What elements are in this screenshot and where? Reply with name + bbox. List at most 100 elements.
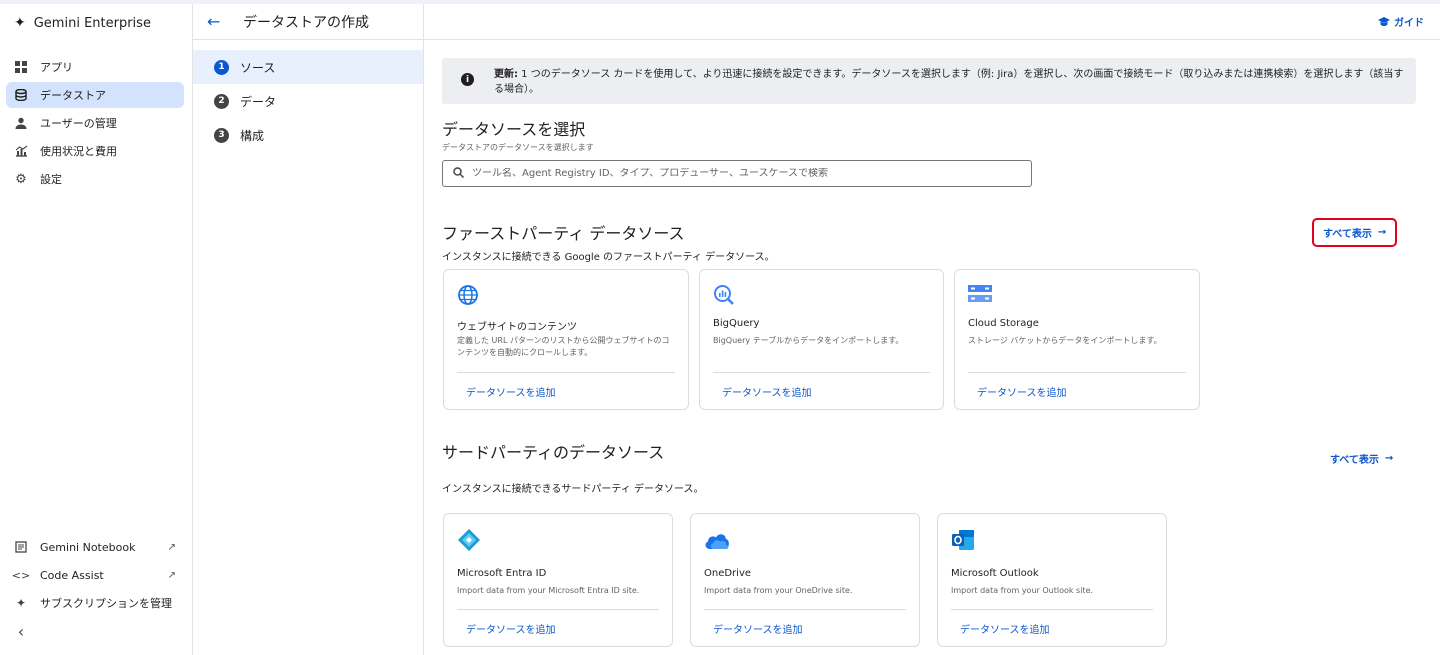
globe-icon — [457, 284, 481, 308]
add-datasource-link[interactable]: データソースを追加 — [713, 621, 803, 636]
school-cap-icon — [1378, 16, 1390, 26]
card-outlook[interactable]: Microsoft Outlook Import data from your … — [937, 513, 1167, 647]
card-divider — [457, 372, 675, 373]
add-datasource-link[interactable]: データソースを追加 — [466, 384, 556, 399]
external-link-icon: ↗ — [167, 541, 176, 553]
notebook-icon — [14, 540, 28, 554]
step-label: 構成 — [240, 128, 265, 143]
outlook-icon — [951, 528, 975, 552]
stepper: 1 ソース 2 データ 3 構成 — [193, 4, 424, 655]
sidebar-item-apps[interactable]: アプリ — [6, 54, 184, 80]
add-datasource-link[interactable]: データソースを追加 — [977, 384, 1067, 399]
info-banner: i 更新: 1 つのデータソース カードを使用して、より迅速に接続を設定できます… — [442, 58, 1416, 104]
step-number: 1 — [214, 59, 229, 75]
search-box[interactable] — [442, 160, 1032, 187]
card-description: Import data from your Outlook site. — [951, 586, 1094, 595]
step-label: データ — [240, 94, 277, 109]
card-divider — [713, 372, 930, 373]
card-description: BigQuery テーブルからデータをインポートします。 — [713, 336, 904, 345]
card-divider — [951, 609, 1153, 610]
code-icon: <> — [11, 568, 31, 582]
card-title: ウェブサイトのコンテンツ — [457, 322, 577, 333]
card-entra-id[interactable]: Microsoft Entra ID Import data from your… — [443, 513, 673, 647]
step-number: 2 — [214, 93, 229, 109]
first-party-title: ファーストパーティ データソース — [442, 224, 685, 243]
add-datasource-link[interactable]: データソースを追加 — [466, 621, 556, 636]
apps-grid-icon — [14, 60, 28, 74]
card-bigquery[interactable]: BigQuery BigQuery テーブルからデータをインポートします。 デー… — [699, 269, 944, 410]
card-title: Microsoft Outlook — [951, 568, 1039, 579]
onedrive-icon — [704, 528, 729, 552]
sidebar-item-label: データストア — [40, 89, 106, 102]
add-datasource-link[interactable]: データソースを追加 — [960, 621, 1050, 636]
sidebar-item-settings[interactable]: ⚙ 設定 — [6, 166, 184, 192]
cloud-storage-icon — [968, 284, 992, 308]
chevron-left-icon: ‹ — [17, 621, 25, 641]
select-subtitle: データストアのデータソースを選択します — [442, 143, 594, 152]
sidebar-item-usage[interactable]: 使用状況と費用 — [6, 138, 184, 164]
add-datasource-link[interactable]: データソースを追加 — [722, 384, 812, 399]
entra-id-icon — [457, 528, 481, 552]
third-party-subtitle: インスタンスに接続できるサードパーティ データソース。 — [442, 484, 704, 495]
guide-link[interactable]: ガイド — [1378, 14, 1424, 29]
step-source[interactable]: 1 ソース — [193, 50, 423, 84]
sidebar-item-label: ユーザーの管理 — [40, 117, 117, 130]
sidebar-item-label: 設定 — [40, 173, 62, 186]
sidebar-item-label: サブスクリプションを管理 — [40, 597, 172, 610]
sidebar-item-label: Gemini Notebook — [40, 540, 136, 554]
guide-label: ガイド — [1394, 18, 1424, 29]
show-all-label: すべて表示 — [1330, 455, 1379, 466]
left-sidebar: ✦ Gemini Enterprise アプリ データストア ユーザーの管理 使… — [0, 4, 193, 655]
collapse-sidebar-button[interactable]: ‹ — [6, 618, 184, 644]
third-party-show-all-link[interactable]: すべて表示 → — [1330, 451, 1393, 466]
step-label: ソース — [240, 60, 276, 75]
sidebar-item-subscription[interactable]: ✦ サブスクリプションを管理 — [6, 590, 184, 616]
person-icon — [14, 116, 28, 130]
sidebar-item-users[interactable]: ユーザーの管理 — [6, 110, 184, 136]
sidebar-item-gemini-notebook[interactable]: Gemini Notebook ↗ — [6, 534, 184, 560]
sidebar-item-label: Code Assist — [40, 568, 104, 582]
stepper-spacer — [193, 4, 423, 50]
show-all-label: すべて表示 — [1323, 229, 1372, 240]
step-number: 3 — [214, 127, 229, 143]
banner-bold: 更新: — [494, 69, 518, 80]
third-party-title: サードパーティのデータソース — [442, 443, 665, 462]
brand[interactable]: ✦ Gemini Enterprise — [14, 14, 151, 32]
banner-text: 更新: 1 つのデータソース カードを使用して、より迅速に接続を設定できます。デ… — [494, 67, 1404, 97]
card-title: BigQuery — [713, 318, 760, 329]
card-cloud-storage[interactable]: Cloud Storage ストレージ バケットからデータをインポートします。 … — [954, 269, 1200, 410]
first-party-subtitle: インスタンスに接続できる Google のファーストパーティ データソース。 — [442, 252, 775, 263]
card-onedrive[interactable]: OneDrive Import data from your OneDrive … — [690, 513, 920, 647]
analytics-icon — [14, 144, 28, 158]
card-divider — [457, 609, 659, 610]
card-title: Cloud Storage — [968, 318, 1039, 329]
card-description: Import data from your OneDrive site. — [704, 586, 853, 595]
card-title: Microsoft Entra ID — [457, 568, 547, 579]
banner-body: 1 つのデータソース カードを使用して、より迅速に接続を設定できます。データソー… — [494, 69, 1404, 95]
card-description: 定義した URL パターンのリストから公開ウェブサイトのコンテンツを自動的にクロ… — [457, 336, 670, 357]
info-icon: i — [461, 73, 474, 86]
sidebar-bottom: Gemini Notebook ↗ <> Code Assist ↗ ✦ サブス… — [6, 534, 184, 646]
database-icon — [14, 88, 28, 102]
bigquery-icon — [713, 284, 737, 308]
step-config[interactable]: 3 構成 — [193, 118, 423, 152]
sidebar-item-code-assist[interactable]: <> Code Assist ↗ — [6, 562, 184, 588]
card-divider — [704, 609, 906, 610]
step-data[interactable]: 2 データ — [193, 84, 423, 118]
sidebar-item-label: 使用状況と費用 — [40, 145, 117, 158]
gear-icon: ⚙ — [15, 171, 27, 187]
search-input[interactable] — [472, 168, 1012, 179]
select-title: データソースを選択 — [442, 120, 586, 139]
card-description: Import data from your Microsoft Entra ID… — [457, 586, 640, 595]
first-party-show-all-link[interactable]: すべて表示 → — [1312, 218, 1398, 247]
card-divider — [968, 372, 1186, 373]
sidebar-item-label: アプリ — [40, 61, 73, 74]
app-title: Gemini Enterprise — [33, 15, 151, 31]
card-website[interactable]: ウェブサイトのコンテンツ 定義した URL パターンのリストから公開ウェブサイト… — [443, 269, 689, 410]
main-content: i 更新: 1 つのデータソース カードを使用して、より迅速に接続を設定できます… — [424, 40, 1440, 655]
sidebar-item-datastore[interactable]: データストア — [6, 82, 184, 108]
card-title: OneDrive — [704, 568, 752, 579]
arrow-right-icon: → — [1377, 227, 1387, 238]
arrow-right-icon: → — [1384, 453, 1394, 464]
sparkle-icon: ✦ — [15, 596, 27, 610]
